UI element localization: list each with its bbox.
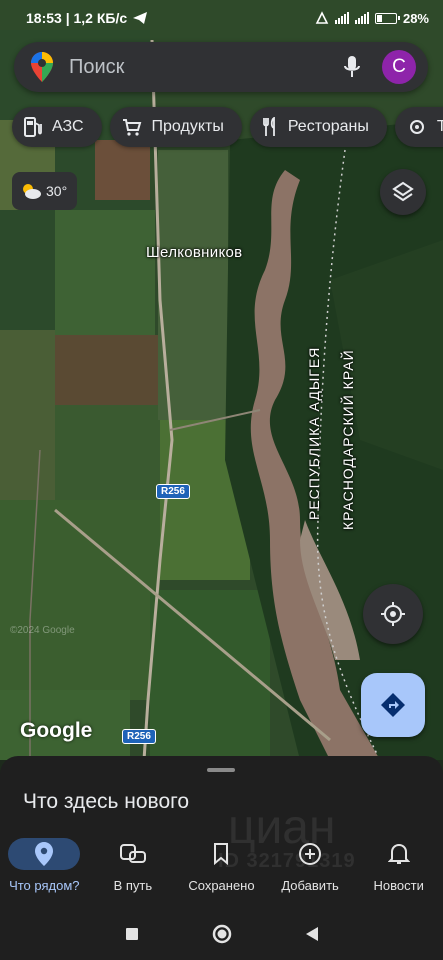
google-logo: Google [20,719,93,742]
weather-badge[interactable]: 30° [12,172,78,210]
status-time: 18:53 | 1,2 КБ/с [26,10,128,26]
nav-explore[interactable]: Что рядом? [0,838,89,900]
place-label-shelkovnikov[interactable]: Шелковников [146,244,242,261]
directions-button[interactable] [361,673,425,737]
commute-icon [119,844,146,863]
nav-updates[interactable]: Новости [354,838,443,900]
region-label-krasnodar: КРАСНОДАРСКИЙ КРАЙ [340,349,356,530]
battery-icon [374,12,400,24]
back-button[interactable] [267,926,357,942]
recents-button[interactable] [87,927,177,941]
attractions-icon [409,120,424,134]
chip-label: Рестораны [287,118,369,135]
status-bar: 18:53 | 1,2 КБ/с 28% [0,0,443,36]
bell-icon [387,843,410,864]
region-label-adygea: РЕСПУБЛИКА АДЫГЕЯ [306,346,322,520]
signal-icon [354,12,369,24]
chip-restaurants[interactable]: Рестораны [249,107,387,147]
chip-label: АЗС [52,118,84,135]
system-navigation-bar [0,908,443,960]
alarm-icon [315,11,329,24]
add-circle-icon [299,843,322,865]
chip-gas-station[interactable]: АЗС [12,107,102,147]
circle-icon [212,924,231,944]
chip-label: Продукты [151,118,224,135]
nav-label: Добавить [281,878,339,893]
google-maps-pin-icon [31,52,55,82]
weather-temp: 30° [46,183,68,199]
partly-cloudy-icon [23,184,41,199]
my-location-button[interactable] [363,584,423,644]
location-pin-icon [35,842,54,866]
square-icon [125,928,138,940]
nav-label: Сохранено [188,878,255,893]
sheet-drag-handle[interactable] [207,768,235,772]
chip-label: Т [436,118,443,135]
nav-label: Новости [373,878,424,893]
home-button[interactable] [177,924,267,944]
sheet-title: Что здесь нового [23,790,190,813]
nav-saved[interactable]: Сохранено [177,838,266,900]
my-location-icon [381,602,405,626]
signal-4g-icon [334,12,349,24]
microphone-icon[interactable] [340,55,364,79]
back-triangle-icon [305,927,318,941]
road-shield-r256: R256 [156,484,190,499]
nav-label: В путь [113,878,153,893]
layers-button[interactable] [380,169,426,215]
bookmark-icon [214,843,229,865]
category-chips: АЗС Продукты Рестораны Т [12,107,443,147]
map-copyright: ©2024 Google [10,625,75,636]
nav-contribute[interactable]: Добавить [266,838,355,900]
road-shield-r256-lower: R256 [122,729,156,744]
search-placeholder[interactable]: Поиск [69,56,340,79]
avatar[interactable]: C [382,50,416,84]
nav-go[interactable]: В путь [89,838,178,900]
directions-icon [381,693,405,717]
telegram-icon [133,12,148,24]
fork-knife-icon [262,117,275,136]
search-bar[interactable]: Поиск C [14,42,428,92]
gas-station-icon [24,117,42,137]
cart-icon [122,119,141,136]
bottom-navigation: Что рядом? В путь Сохранено Добавить Нов… [0,838,443,900]
chip-groceries[interactable]: Продукты [109,107,242,147]
chip-attractions[interactable]: Т [394,107,443,147]
nav-label: Что рядом? [9,878,80,893]
battery-percent: 28% [402,10,429,26]
layers-icon [392,181,414,202]
